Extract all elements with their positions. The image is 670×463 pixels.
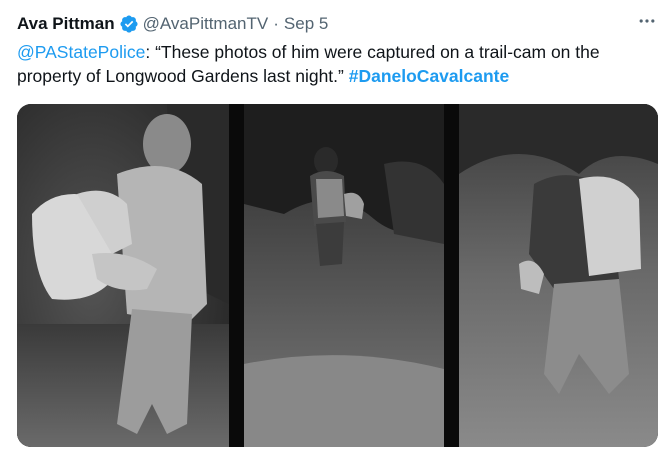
trail-cam-photo-1[interactable]	[17, 104, 229, 447]
tweet-media-grid	[17, 104, 658, 447]
trail-cam-photo-2[interactable]	[244, 104, 444, 447]
tweet-header: Ava Pittman @AvaPittmanTV · Sep 5	[17, 12, 328, 36]
tweet-text: @PAStatePolice: “These photos of him wer…	[17, 40, 657, 88]
more-options-button[interactable]	[634, 10, 660, 36]
photo-divider	[229, 104, 244, 447]
tweet-date[interactable]: Sep 5	[284, 14, 328, 34]
author-display-name[interactable]: Ava Pittman	[17, 14, 115, 34]
photo-divider	[444, 104, 459, 447]
tweet-card[interactable]: Ava Pittman @AvaPittmanTV · Sep 5 @PASta…	[0, 0, 670, 463]
more-horizontal-icon	[637, 11, 657, 36]
verified-badge-icon	[119, 14, 139, 34]
hashtag-link[interactable]: #DaneloCavalcante	[349, 66, 510, 86]
trail-cam-photo-3[interactable]	[459, 104, 658, 447]
mention-link[interactable]: @PAStatePolice	[17, 42, 145, 62]
header-separator: ·	[273, 14, 279, 33]
author-handle[interactable]: @AvaPittmanTV	[143, 14, 269, 34]
